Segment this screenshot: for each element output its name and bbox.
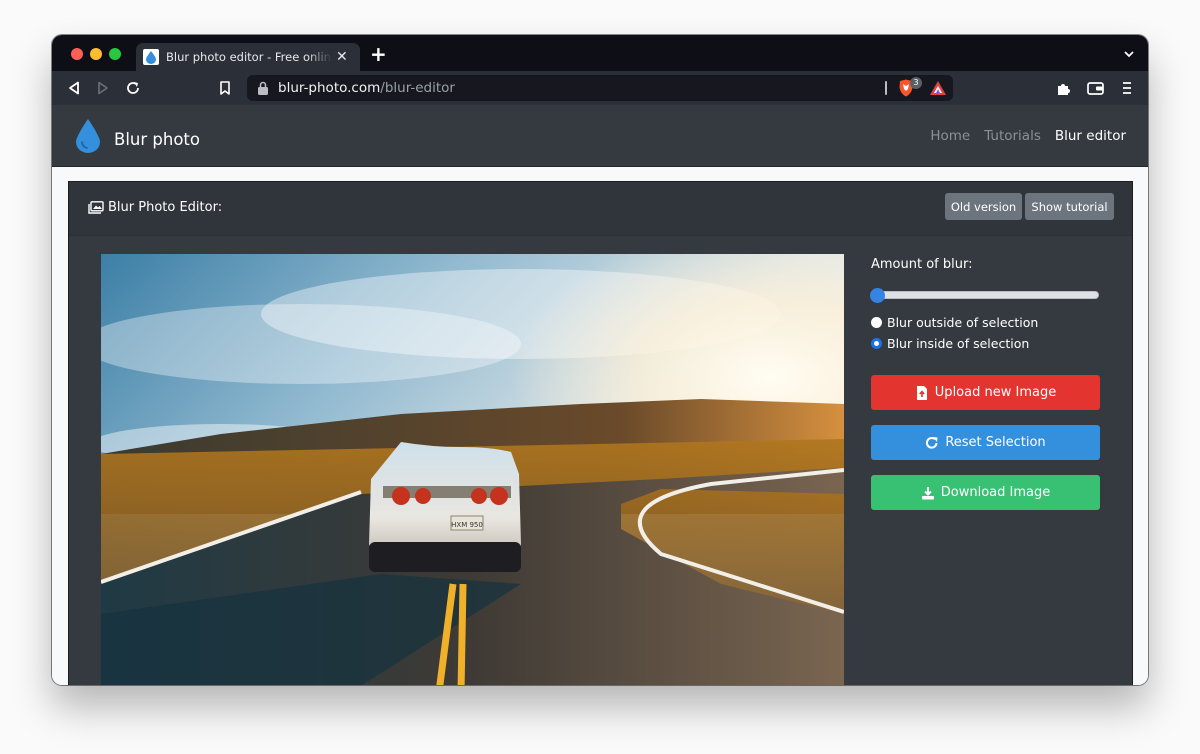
editor-title: Blur Photo Editor:	[88, 200, 222, 215]
back-icon[interactable]	[65, 79, 83, 97]
tab-strip: Blur photo editor - Free online tool ✕ +	[52, 35, 1148, 71]
nav-home[interactable]: Home	[930, 128, 970, 144]
browser-window: Blur photo editor - Free online tool ✕ +…	[52, 35, 1148, 685]
web-page: Blur photo Home Tutorials Blur editor Bl…	[52, 105, 1148, 685]
lock-icon	[258, 81, 268, 95]
site-navbar: Blur photo Home Tutorials Blur editor	[52, 105, 1148, 167]
menu-icon[interactable]	[1118, 79, 1136, 97]
upload-image-button[interactable]: Upload new Image	[871, 375, 1100, 410]
blur-outside-radio[interactable]	[871, 317, 882, 328]
extensions-icon[interactable]	[1054, 79, 1072, 97]
close-tab-icon[interactable]: ✕	[336, 49, 348, 65]
redo-icon	[926, 436, 938, 449]
editor-card: Blur Photo Editor: Old version Show tuto…	[68, 181, 1133, 685]
reload-icon[interactable]	[124, 79, 142, 97]
shields-count-badge: 3	[910, 77, 922, 89]
brand-link[interactable]: Blur photo	[74, 118, 200, 154]
url-host: blur-photo.com	[278, 80, 381, 96]
slider-track[interactable]	[871, 291, 1099, 299]
blur-amount-label: Amount of blur:	[871, 257, 973, 272]
brand-name: Blur photo	[114, 129, 200, 149]
blur-inside-option[interactable]: Blur inside of selection	[871, 336, 1101, 351]
download-image-button[interactable]: Download Image	[871, 475, 1100, 510]
blur-mode-group: Blur outside of selection Blur inside of…	[871, 315, 1101, 351]
license-plate-text: HXM 950	[451, 521, 483, 529]
bookmark-icon[interactable]	[216, 79, 234, 97]
photo-canvas[interactable]: HXM 950	[101, 254, 844, 685]
slider-thumb[interactable]	[870, 288, 885, 303]
minimize-window-button[interactable]	[90, 48, 102, 60]
water-drop-icon	[143, 49, 159, 65]
water-drop-icon	[76, 119, 100, 153]
browser-tab[interactable]: Blur photo editor - Free online tool ✕	[136, 43, 360, 71]
editor-controls: Amount of blur: Blur outside of selectio…	[870, 254, 1101, 510]
blur-inside-radio[interactable]	[871, 338, 882, 349]
old-version-button[interactable]: Old version	[945, 193, 1022, 220]
show-tutorial-button[interactable]: Show tutorial	[1025, 193, 1114, 220]
maximize-window-button[interactable]	[109, 48, 121, 60]
blur-outside-label: Blur outside of selection	[887, 315, 1039, 330]
address-bar-divider	[885, 81, 887, 95]
new-tab-button[interactable]: +	[370, 44, 387, 64]
nav-tutorials[interactable]: Tutorials	[984, 128, 1041, 144]
forward-icon[interactable]	[94, 79, 112, 97]
address-bar[interactable]: blur-photo.com/blur-editor 3	[247, 75, 953, 101]
editor-card-header: Blur Photo Editor: Old version Show tuto…	[69, 182, 1132, 236]
blur-amount-slider[interactable]	[870, 288, 1099, 303]
images-icon	[88, 201, 104, 214]
close-window-button[interactable]	[71, 48, 83, 60]
file-upload-icon	[916, 385, 927, 400]
upload-image-label: Upload new Image	[934, 385, 1057, 400]
reset-selection-label: Reset Selection	[945, 435, 1046, 450]
nav-blur-editor[interactable]: Blur editor	[1055, 128, 1126, 144]
tab-title: Blur photo editor - Free online tool	[166, 50, 332, 64]
main-nav: Home Tutorials Blur editor	[930, 128, 1126, 144]
url-path: /blur-editor	[380, 80, 455, 96]
browser-toolbar: blur-photo.com/blur-editor 3	[52, 71, 1148, 105]
download-image-label: Download Image	[940, 485, 1051, 500]
reset-selection-button[interactable]: Reset Selection	[871, 425, 1100, 460]
brave-rewards-icon[interactable]	[929, 80, 947, 96]
wallet-icon[interactable]	[1086, 79, 1104, 97]
editor-title-text: Blur Photo Editor:	[108, 200, 223, 215]
chevron-down-icon[interactable]	[1122, 47, 1136, 61]
download-icon	[921, 486, 934, 499]
blur-inside-label: Blur inside of selection	[887, 336, 1030, 351]
blur-outside-option[interactable]: Blur outside of selection	[871, 315, 1101, 330]
